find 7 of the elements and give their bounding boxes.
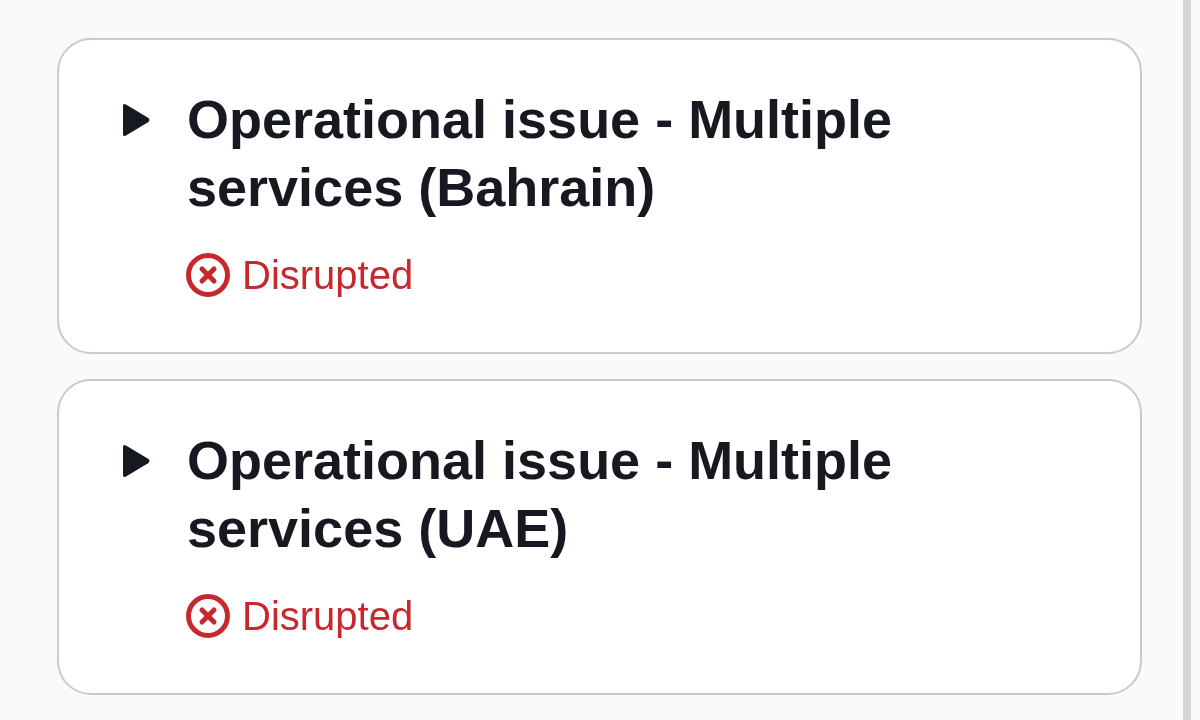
scrollbar[interactable] xyxy=(1183,0,1191,720)
issue-title: Operational issue - Multiple services (UAE) xyxy=(187,429,894,560)
status-label: Disrupted xyxy=(242,594,414,638)
caret-icon[interactable] xyxy=(123,103,150,137)
issue-title: Operational issue - Multiple services (Bahrain) xyxy=(187,88,894,219)
status-label: Disrupted xyxy=(242,253,414,297)
caret-icon[interactable] xyxy=(123,444,150,478)
